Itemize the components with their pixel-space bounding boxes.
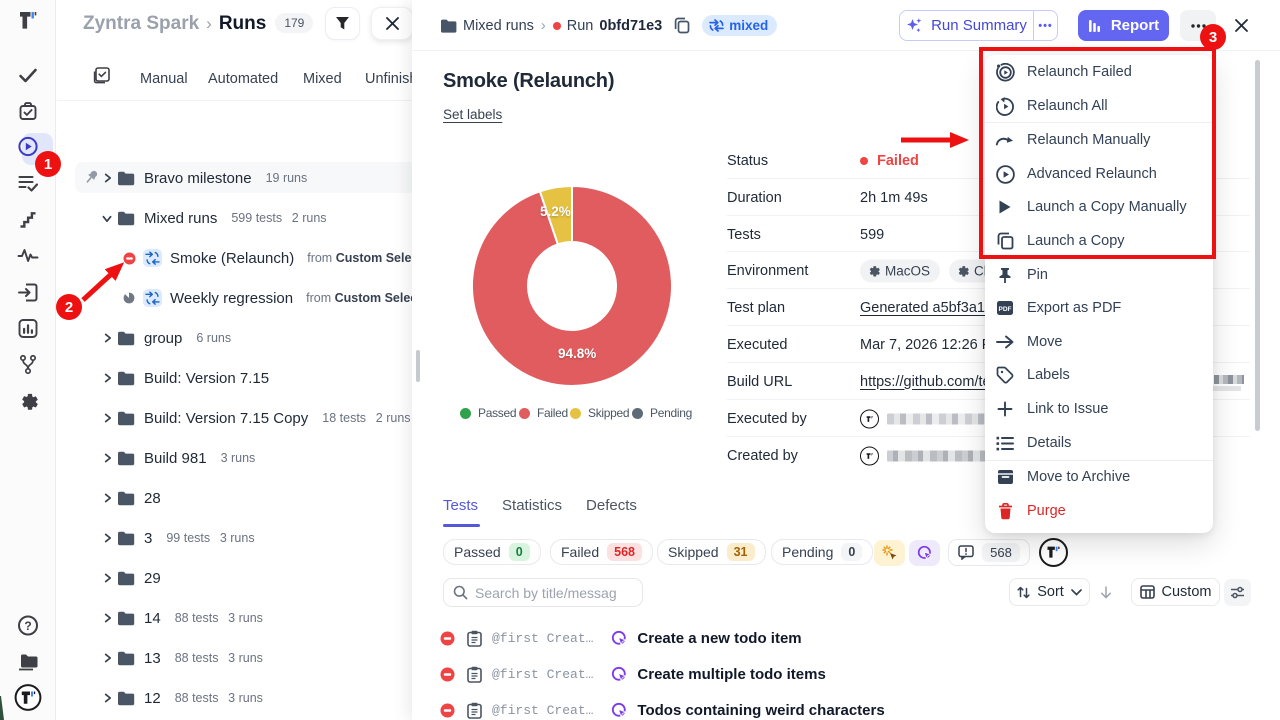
- svg-text:PDF: PDF: [999, 306, 1012, 313]
- svg-text:?: ?: [24, 619, 31, 633]
